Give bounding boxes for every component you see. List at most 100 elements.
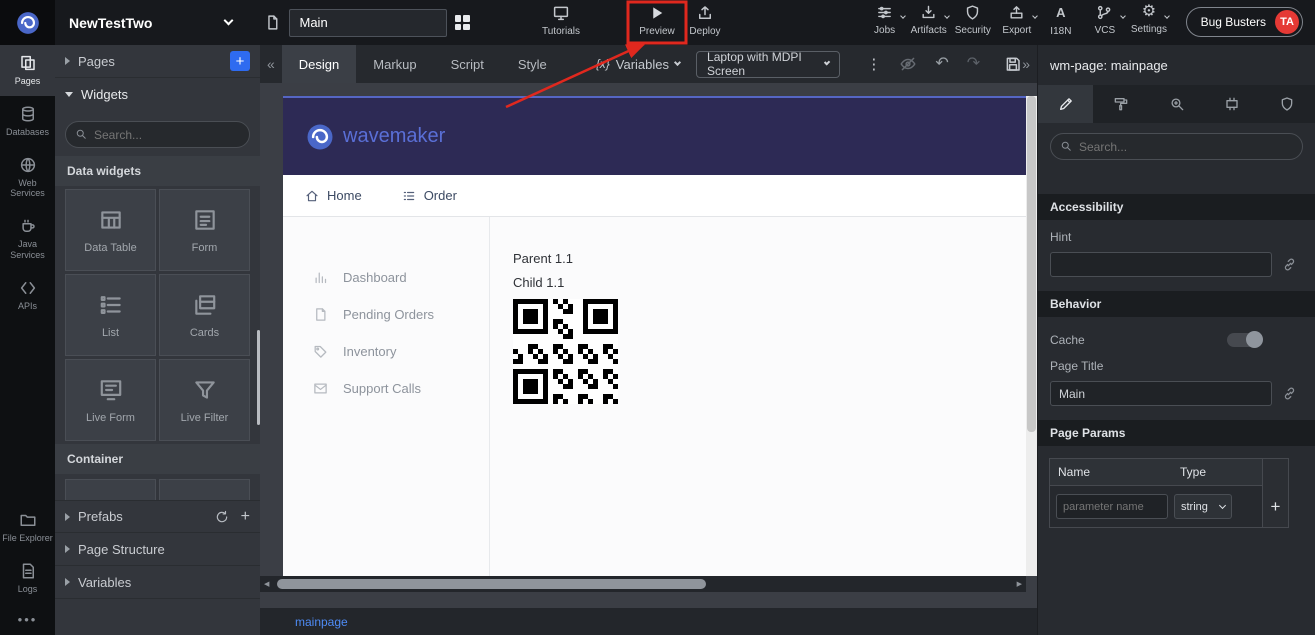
i18n-label: I18N: [1050, 26, 1071, 37]
canvas-vertical-scrollbar[interactable]: [1026, 96, 1037, 576]
add-param-button[interactable]: +: [1271, 497, 1281, 517]
security-shield-icon: [964, 4, 981, 21]
vcs-button[interactable]: VCS: [1087, 4, 1123, 37]
preview-play-icon: [648, 4, 666, 22]
scrollbar-thumb[interactable]: [1027, 96, 1036, 432]
collapse-left-panel-icon[interactable]: «: [260, 56, 282, 72]
refresh-icon[interactable]: [215, 510, 229, 524]
artifacts-button[interactable]: Artifacts: [911, 4, 947, 37]
menu-item-dashboard[interactable]: Dashboard: [283, 259, 489, 296]
widget-cards[interactable]: Cards: [159, 274, 250, 356]
jobs-chevron-icon: [900, 13, 906, 19]
wavemaker-logo[interactable]: [0, 0, 55, 45]
widget-search-input[interactable]: [65, 121, 250, 148]
rail-item-apis[interactable]: APIs: [0, 270, 55, 321]
deploy-button[interactable]: Deploy: [678, 4, 732, 37]
qr-code-image[interactable]: [513, 299, 618, 404]
rail-item-java-services[interactable]: Java Services: [0, 208, 55, 270]
page-header-widget[interactable]: wavemaker: [283, 98, 1026, 175]
widget-live-filter[interactable]: Live Filter: [159, 359, 250, 441]
widget-data-table[interactable]: Data Table: [65, 189, 156, 271]
add-prefab-button[interactable]: +: [241, 509, 250, 525]
tab-styles[interactable]: [1093, 85, 1148, 123]
widget-container-partial[interactable]: [65, 479, 156, 500]
param-type-select[interactable]: string: [1174, 494, 1232, 519]
preview-button[interactable]: Preview: [630, 4, 684, 37]
expand-right-icon[interactable]: »: [1022, 56, 1037, 72]
i18n-button[interactable]: A I18N: [1043, 4, 1079, 37]
nav-item-order[interactable]: Order: [402, 188, 457, 203]
device-selector-value: Laptop with MDPI Screen: [707, 50, 815, 78]
param-name-input[interactable]: [1056, 494, 1168, 519]
shield-icon: [1279, 96, 1295, 112]
rendered-page[interactable]: wavemaker Home Order: [283, 96, 1026, 576]
rail-item-file-explorer[interactable]: File Explorer: [0, 502, 55, 553]
widget-label: Form: [192, 242, 218, 254]
security-label: Security: [955, 25, 991, 36]
page-selector[interactable]: Main: [289, 9, 447, 37]
tab-markup[interactable]: Markup: [356, 45, 433, 83]
undo-icon[interactable]: ↶: [935, 56, 948, 72]
export-button[interactable]: Export: [999, 4, 1035, 37]
page-structure-accordion[interactable]: Page Structure: [55, 533, 260, 566]
tab-search-properties[interactable]: [1149, 85, 1204, 123]
security-button[interactable]: Security: [955, 4, 991, 37]
menu-item-pending-orders[interactable]: Pending Orders: [283, 296, 489, 333]
widgets-accordion[interactable]: Widgets: [55, 78, 260, 111]
rail-item-web-services[interactable]: Web Services: [0, 147, 55, 209]
variables-accordion[interactable]: Variables: [55, 566, 260, 599]
hint-input[interactable]: [1050, 252, 1272, 277]
left-rail: Pages Databases Web Services Java Servic…: [0, 45, 55, 635]
widget-container-partial[interactable]: [159, 479, 250, 500]
bind-link-icon[interactable]: [1282, 257, 1297, 272]
scrollbar-thumb[interactable]: [277, 579, 706, 589]
avatar[interactable]: TA: [1275, 10, 1299, 34]
widget-form[interactable]: Form: [159, 189, 250, 271]
widget-list[interactable]: List: [65, 274, 156, 356]
page-grid-icon[interactable]: [455, 15, 470, 30]
mail-icon: [313, 381, 328, 396]
rail-more-button[interactable]: •••: [0, 604, 55, 635]
more-options-icon[interactable]: ⋮: [866, 55, 881, 73]
widget-live-form[interactable]: Live Form: [65, 359, 156, 441]
tab-devices[interactable]: [1204, 85, 1259, 123]
cache-toggle[interactable]: [1227, 333, 1263, 347]
project-chevron-icon[interactable]: [223, 16, 233, 26]
tab-design[interactable]: Design: [282, 45, 356, 83]
tutorials-button[interactable]: Tutorials: [534, 4, 588, 37]
variables-dropdown[interactable]: {x} Variables: [596, 57, 680, 72]
team-button[interactable]: Bug Busters TA: [1186, 7, 1303, 37]
tab-style[interactable]: Style: [501, 45, 564, 83]
parent-label-widget[interactable]: Parent 1.1: [513, 251, 1026, 266]
save-icon[interactable]: [1004, 55, 1022, 73]
team-button-label: Bug Busters: [1201, 15, 1266, 29]
status-page-link[interactable]: mainpage: [295, 615, 348, 629]
properties-search-input[interactable]: [1050, 133, 1303, 160]
rail-item-pages[interactable]: Pages: [0, 45, 55, 96]
tab-properties[interactable]: [1038, 85, 1093, 123]
project-name[interactable]: NewTestTwo: [69, 15, 153, 31]
menu-item-support-calls[interactable]: Support Calls: [283, 370, 489, 407]
prefabs-accordion[interactable]: Prefabs +: [55, 500, 260, 533]
tab-security[interactable]: [1260, 85, 1315, 123]
scroll-left-icon[interactable]: ◀: [260, 580, 273, 588]
settings-button[interactable]: ⚙ Settings: [1131, 4, 1167, 37]
tab-script[interactable]: Script: [434, 45, 501, 83]
jobs-button[interactable]: Jobs: [867, 4, 903, 37]
rail-item-logs[interactable]: Logs: [0, 553, 55, 604]
nav-item-home[interactable]: Home: [305, 188, 362, 203]
bind-link-icon[interactable]: [1282, 386, 1297, 401]
menu-item-inventory[interactable]: Inventory: [283, 333, 489, 370]
child-label-widget[interactable]: Child 1.1: [513, 275, 1026, 290]
canvas-horizontal-scrollbar[interactable]: ◀ ▶: [260, 576, 1026, 592]
scroll-right-icon[interactable]: ▶: [1013, 580, 1026, 588]
panel-scrollbar-thumb[interactable]: [257, 330, 260, 425]
redo-icon[interactable]: ↷: [967, 56, 980, 72]
tag-icon: [313, 344, 328, 359]
preview-visibility-icon[interactable]: [899, 55, 917, 73]
rail-item-databases[interactable]: Databases: [0, 96, 55, 147]
pages-accordion[interactable]: Pages +: [55, 45, 260, 78]
page-title-input[interactable]: [1050, 381, 1272, 406]
add-page-button[interactable]: +: [230, 51, 250, 71]
device-selector[interactable]: Laptop with MDPI Screen: [696, 51, 840, 78]
